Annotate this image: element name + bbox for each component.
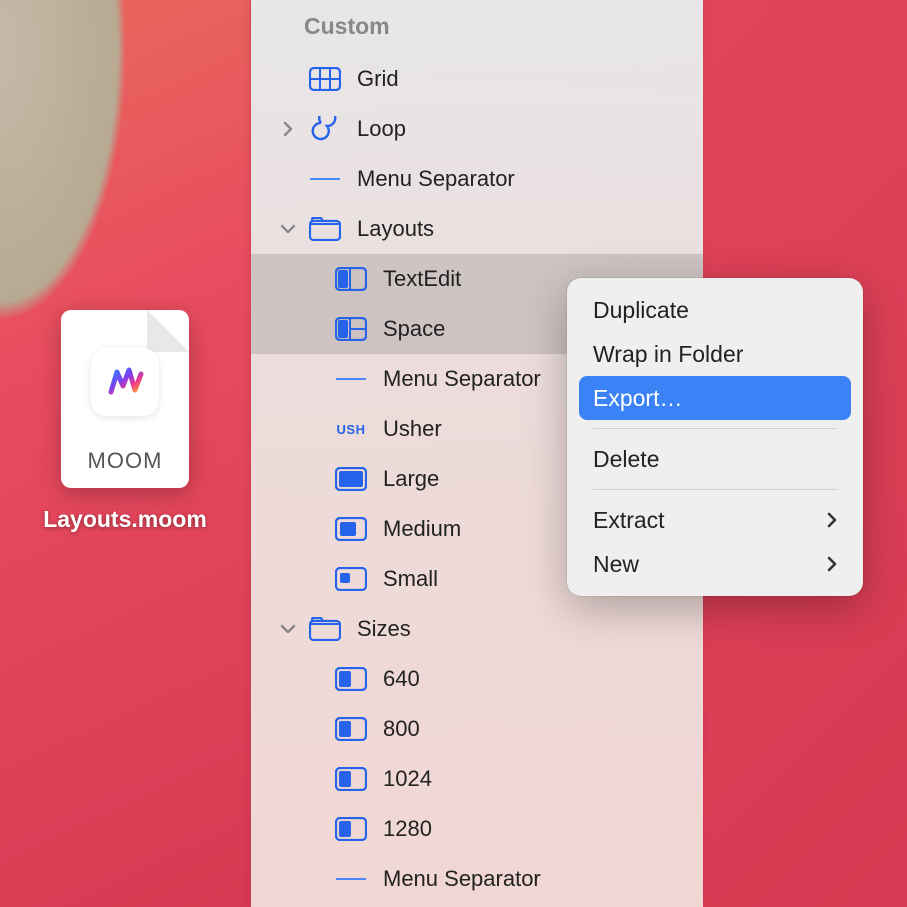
- grid-icon: [305, 63, 345, 95]
- size-small-icon: [331, 563, 371, 595]
- menu-item-label: Delete: [593, 446, 659, 473]
- list-item-1024[interactable]: 1024: [251, 754, 703, 804]
- size-half-icon: [331, 713, 371, 745]
- list-item-label: Sizes: [357, 616, 703, 642]
- size-large-icon: [331, 463, 371, 495]
- context-menu: Duplicate Wrap in Folder Export… Delete …: [567, 278, 863, 596]
- file-name-label: Layouts.moom: [43, 506, 207, 533]
- separator-icon: [331, 363, 371, 395]
- list-item-800[interactable]: 800: [251, 704, 703, 754]
- list-item-label: Loop: [357, 116, 703, 142]
- list-item-folder-layouts[interactable]: Layouts: [251, 204, 703, 254]
- list-item-label: 800: [383, 716, 703, 742]
- menu-item-label: Export…: [593, 385, 682, 412]
- menu-item-label: Extract: [593, 507, 665, 534]
- list-item-grid[interactable]: Grid: [251, 54, 703, 104]
- menu-item-extract[interactable]: Extract: [567, 498, 863, 542]
- menu-item-label: New: [593, 551, 639, 578]
- list-item-label: 640: [383, 666, 703, 692]
- size-half-icon: [331, 663, 371, 695]
- file-extension-label: MOOM: [61, 448, 189, 474]
- list-item-label: Menu Separator: [383, 866, 703, 892]
- size-half-icon: [331, 763, 371, 795]
- chevron-right-icon: [827, 556, 837, 572]
- list-item-folder-sizes[interactable]: Sizes: [251, 604, 703, 654]
- chevron-right-icon[interactable]: [271, 121, 305, 137]
- layout-icon: [331, 313, 371, 345]
- list-item-separator[interactable]: Menu Separator: [251, 154, 703, 204]
- chevron-down-icon[interactable]: [271, 623, 305, 635]
- menu-separator: [593, 428, 837, 429]
- loop-icon: [305, 113, 345, 145]
- moom-app-badge: [91, 348, 159, 416]
- list-item-label: Grid: [357, 66, 703, 92]
- menu-item-label: Duplicate: [593, 297, 689, 324]
- size-half-icon: [331, 813, 371, 845]
- list-item-label: Menu Separator: [357, 166, 703, 192]
- folder-icon: [305, 613, 345, 645]
- list-item-separator[interactable]: Menu Separator: [251, 854, 703, 904]
- menu-item-export[interactable]: Export…: [579, 376, 851, 420]
- separator-icon: [305, 163, 345, 195]
- list-item-loop[interactable]: Loop: [251, 104, 703, 154]
- menu-item-delete[interactable]: Delete: [567, 437, 863, 481]
- list-item-640[interactable]: 640: [251, 654, 703, 704]
- size-medium-icon: [331, 513, 371, 545]
- list-item-label: Layouts: [357, 216, 703, 242]
- usher-icon: USH: [331, 413, 371, 445]
- layout-icon: [331, 263, 371, 295]
- menu-item-label: Wrap in Folder: [593, 341, 743, 368]
- list-item-label: 1024: [383, 766, 703, 792]
- separator-icon: [331, 863, 371, 895]
- folder-icon: [305, 213, 345, 245]
- chevron-down-icon[interactable]: [271, 223, 305, 235]
- list-item-label: 1280: [383, 816, 703, 842]
- menu-separator: [593, 489, 837, 490]
- section-header-custom: Custom: [251, 0, 703, 54]
- file-document-icon: MOOM: [61, 310, 189, 488]
- chevron-right-icon: [827, 512, 837, 528]
- menu-item-new[interactable]: New: [567, 542, 863, 586]
- menu-item-duplicate[interactable]: Duplicate: [567, 288, 863, 332]
- list-item-1280[interactable]: 1280: [251, 804, 703, 854]
- menu-item-wrap-in-folder[interactable]: Wrap in Folder: [567, 332, 863, 376]
- desktop-file[interactable]: MOOM Layouts.moom: [40, 310, 210, 533]
